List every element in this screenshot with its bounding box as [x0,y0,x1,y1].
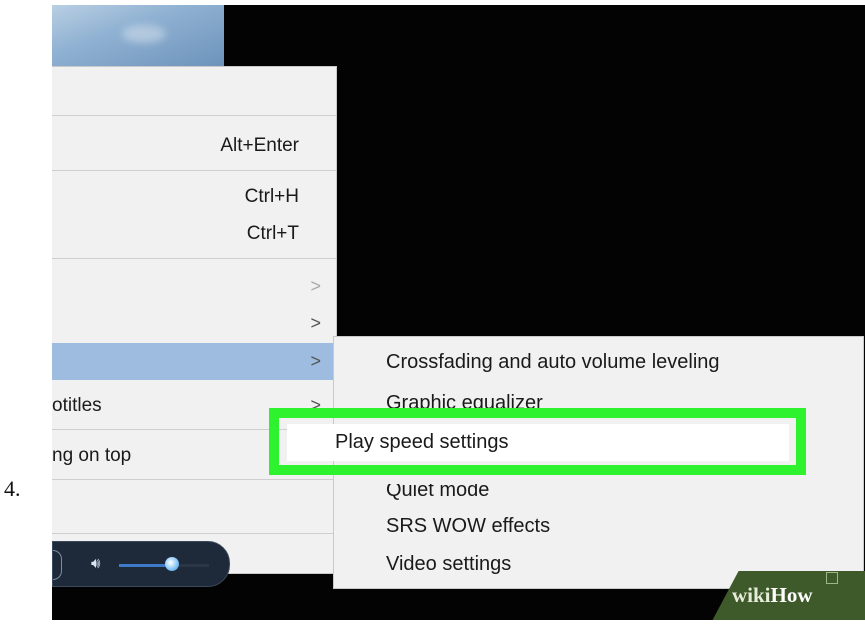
volume-icon[interactable]: 🔊︎ [91,554,100,572]
chevron-right-icon: > [310,351,321,371]
menu-item-repeat[interactable]: Ctrl+T [52,215,335,252]
volume-slider-knob[interactable] [165,557,179,571]
chevron-right-icon: > [310,276,321,296]
menu-separator [52,115,336,116]
menu-separator [52,258,336,259]
shortcut-label: Alt+Enter [220,135,299,156]
media-player-window: Alt+Enter Ctrl+H Ctrl+T > > > otitles > [52,5,865,620]
video-thumbnail [52,5,224,67]
wikihow-logo: wikiHow [732,583,813,607]
submenu-item-play-speed-settings[interactable]: Play speed settings [335,424,508,461]
shortcut-label: Ctrl+H [244,186,299,207]
submenu-item-srs-wow[interactable]: SRS WOW effects [386,508,550,544]
chevron-right-icon: > [310,313,321,333]
submenu-item-crossfading[interactable]: Crossfading and auto volume leveling [386,344,720,380]
context-menu: Alt+Enter Ctrl+H Ctrl+T > > > otitles > [52,66,337,574]
menu-item-full-screen[interactable]: Alt+Enter [52,127,335,164]
menu-separator [52,170,336,171]
menu-separator [52,533,336,534]
wikihow-logo-icon [826,572,838,584]
menu-item-shuffle[interactable]: Ctrl+H [52,178,335,215]
menu-item-enhancements[interactable]: > [52,343,335,380]
step-number: 4. [4,476,21,501]
control-button[interactable] [53,550,62,580]
shortcut-label: Ctrl+T [246,223,299,244]
menu-item-submenu-b[interactable]: > [52,305,335,342]
menu-item-submenu-a[interactable]: > [52,268,335,305]
menu-separator [52,479,336,480]
submenu-item-video-settings[interactable]: Video settings [386,546,511,582]
player-controls: 🔊︎ [52,541,230,587]
submenu-item-quiet-mode[interactable]: Quiet mode [386,484,489,508]
